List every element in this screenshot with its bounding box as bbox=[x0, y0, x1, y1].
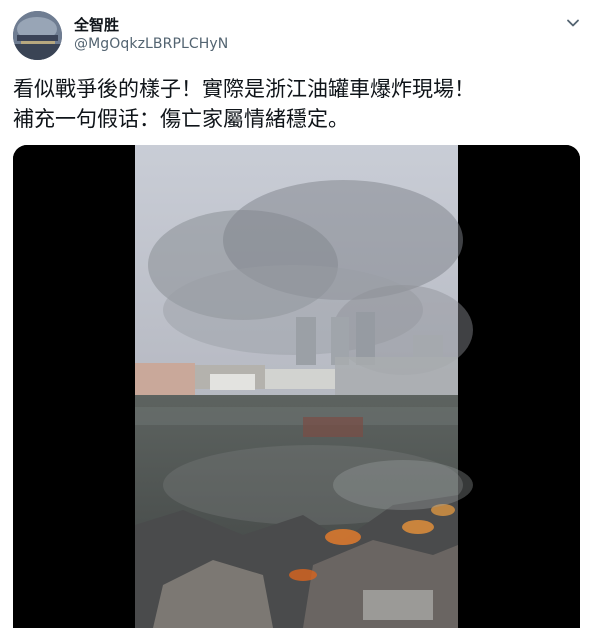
tweet-text-line: 補充一句假话：傷亡家屬情緒穩定。 bbox=[13, 107, 349, 131]
video-frame bbox=[13, 145, 580, 628]
avatar[interactable] bbox=[13, 11, 62, 60]
author-name[interactable]: 全智胜 bbox=[74, 14, 119, 35]
tweet-text: 看似戰爭後的樣子！實際是浙江油罐車爆炸現場！ 補充一句假话：傷亡家屬情緒穩定。 bbox=[13, 74, 583, 134]
tweet-text-line: 看似戰爭後的樣子！實際是浙江油罐車爆炸現場！ bbox=[13, 77, 475, 101]
tweet-card: 全智胜 @MgOqkzLBRPLCHyN 看似戰爭後的樣子！實際是浙江油罐車爆炸… bbox=[0, 0, 595, 628]
author-handle[interactable]: @MgOqkzLBRPLCHyN bbox=[74, 36, 228, 52]
avatar-image bbox=[13, 11, 62, 60]
tweet-video[interactable] bbox=[13, 145, 580, 628]
chevron-down-icon[interactable] bbox=[565, 15, 581, 31]
